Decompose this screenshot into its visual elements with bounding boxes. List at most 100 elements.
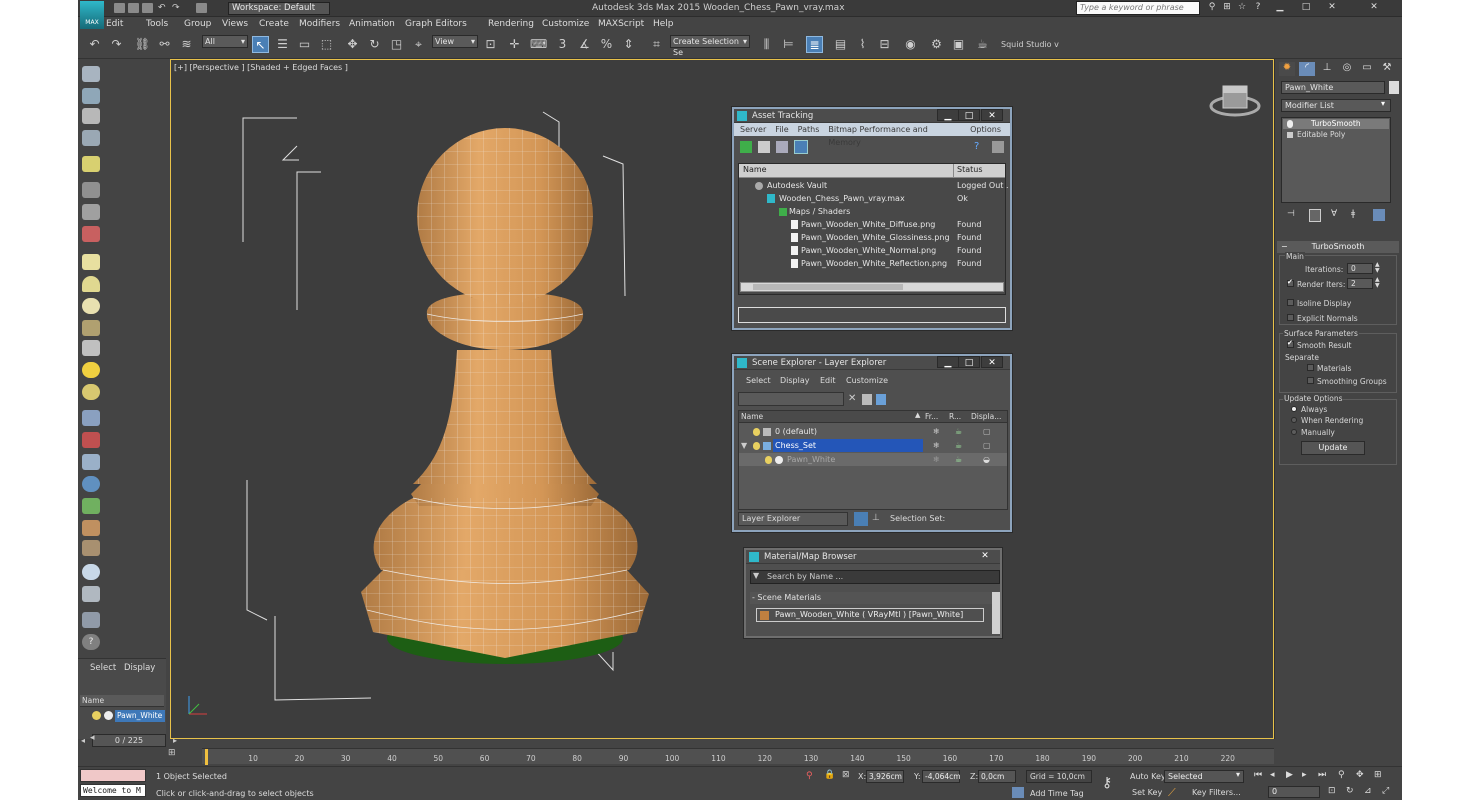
pawn-model[interactable]: [171, 60, 1274, 739]
name-column-header[interactable]: Name: [80, 695, 164, 707]
hierarchy-tab-icon[interactable]: ⊥: [1319, 62, 1335, 76]
isolate-icon[interactable]: ⚲: [806, 771, 813, 781]
keyboard-shortcut-icon[interactable]: ⌨: [530, 36, 547, 53]
maximize-button[interactable]: □: [958, 356, 980, 368]
project-folder-icon[interactable]: [196, 3, 207, 13]
asset-path-field[interactable]: [738, 307, 1006, 323]
update-button[interactable]: Update: [1301, 441, 1365, 455]
col-name[interactable]: Name: [741, 412, 763, 421]
snaps-toggle-icon[interactable]: 3: [554, 36, 571, 53]
track-bar[interactable]: [202, 748, 1274, 765]
pivot-icon[interactable]: ⊡: [482, 36, 499, 53]
dynamics-icon[interactable]: [82, 432, 100, 448]
table-view-icon[interactable]: [776, 141, 788, 153]
menu-paths[interactable]: Paths: [798, 123, 820, 136]
perspective-viewport[interactable]: [+] [Perspective ] [Shaded + Edged Faces…: [170, 59, 1274, 739]
squid-studio-label[interactable]: Squid Studio v: [1001, 40, 1059, 49]
absolute-mode-icon[interactable]: ⊠: [842, 770, 850, 780]
layer-row[interactable]: Pawn_White ❄ ☕ ◒: [739, 453, 1007, 466]
expand-icon[interactable]: [1287, 132, 1293, 138]
menu-customize[interactable]: Customize: [846, 376, 888, 385]
list-icon[interactable]: [82, 108, 100, 124]
set-key-button[interactable]: Set Key: [1132, 788, 1162, 797]
mirror-icon[interactable]: ⫼: [758, 36, 775, 53]
workspace-dropdown[interactable]: Workspace: Default: [228, 2, 330, 15]
select-object-icon[interactable]: ↖: [252, 36, 269, 53]
graphite-ribbon-icon[interactable]: ▤: [832, 36, 849, 53]
clear-icon[interactable]: ✕: [848, 393, 856, 404]
selection-filter-dropdown[interactable]: All: [202, 35, 248, 48]
menu-help[interactable]: Help: [653, 17, 683, 31]
motion-tab-icon[interactable]: ◎: [1339, 62, 1355, 76]
when-rendering-radio[interactable]: [1291, 417, 1297, 423]
hierarchy-icon[interactable]: ⊥: [872, 513, 880, 523]
display-box-icon[interactable]: ▢: [983, 439, 991, 452]
spacewarp-icon[interactable]: [82, 226, 100, 242]
globe-icon[interactable]: [82, 476, 100, 492]
fov-icon[interactable]: ⊿: [1364, 786, 1372, 796]
time-config-icon[interactable]: ⊡: [1328, 786, 1336, 796]
vertical-scrollbar[interactable]: [992, 592, 1000, 634]
scrollbar-thumb[interactable]: [753, 284, 903, 290]
next-frame-icon[interactable]: ▸: [173, 735, 177, 746]
horizontal-scrollbar[interactable]: [740, 282, 1004, 292]
explorer-mode-dropdown[interactable]: Layer Explorer: [738, 512, 848, 526]
spinner-arrows-icon[interactable]: ▲ ▼: [1375, 277, 1380, 289]
asset-row[interactable]: Pawn_Wooden_White_Normal.png Found: [739, 244, 1005, 257]
pan-icon[interactable]: ✥: [1356, 770, 1364, 780]
time-tag-icon[interactable]: [1012, 787, 1024, 798]
light-icon[interactable]: [82, 156, 100, 172]
table-icon[interactable]: [82, 586, 100, 602]
spinner-arrows-icon[interactable]: ▲ ▼: [1375, 262, 1380, 274]
cone-icon[interactable]: [82, 340, 100, 356]
key-filters-button[interactable]: Key Filters...: [1192, 788, 1241, 797]
display-box-icon[interactable]: ◒: [983, 453, 990, 466]
scene-item-pawn-white[interactable]: Pawn_White: [115, 710, 165, 722]
prev-frame-icon[interactable]: ◂: [81, 735, 85, 746]
x-coord-field[interactable]: 3,926cm: [866, 770, 904, 783]
asset-row[interactable]: Autodesk Vault Logged Out .: [739, 179, 1009, 192]
rotate-icon[interactable]: ↻: [366, 36, 383, 53]
key-icon[interactable]: ⚷: [1102, 775, 1112, 791]
modify-tab-icon[interactable]: ◜: [1299, 62, 1315, 76]
window-crossing-icon[interactable]: ⬚: [318, 36, 335, 53]
box-icon[interactable]: [82, 88, 100, 104]
set-key-icon[interactable]: ⟋: [1168, 786, 1176, 800]
minimize-button[interactable]: ▁: [1274, 1, 1286, 14]
goto-start-icon[interactable]: ⏮: [1254, 770, 1262, 780]
light-bulb-icon[interactable]: [753, 428, 760, 436]
menu-bitmap-performance[interactable]: Bitmap Performance and Memory: [828, 123, 961, 147]
skylight-icon[interactable]: [82, 384, 100, 400]
save-file-icon[interactable]: [142, 3, 153, 13]
menu-edit[interactable]: Edit: [820, 376, 836, 385]
new-layer-icon[interactable]: [862, 394, 872, 405]
stack-item-editable-poly[interactable]: Editable Poly: [1283, 130, 1389, 140]
find-input[interactable]: [738, 392, 844, 406]
prev-key-icon[interactable]: ◂: [1270, 770, 1275, 780]
hair-icon[interactable]: [82, 520, 100, 536]
current-frame-field[interactable]: 0: [1268, 786, 1320, 798]
particle-icon[interactable]: [82, 410, 100, 426]
maximize-button[interactable]: □: [958, 109, 980, 121]
menu-file[interactable]: File: [775, 123, 788, 136]
time-slider[interactable]: ◂ 0 / 225 ▸: [81, 734, 177, 747]
create-tab-icon[interactable]: ✹: [1279, 62, 1295, 76]
menu-maxscript[interactable]: MAXScript: [598, 17, 653, 31]
add-to-layer-icon[interactable]: [876, 394, 886, 405]
light-bulb-icon[interactable]: [753, 442, 760, 450]
render-sphere-icon[interactable]: [82, 564, 100, 580]
named-selection-set-dropdown[interactable]: Create Selection Se: [670, 35, 750, 57]
iterations-spinner[interactable]: 0: [1347, 263, 1373, 274]
menu-select[interactable]: Select: [746, 376, 771, 385]
zoom-icon[interactable]: ⚲: [1338, 770, 1345, 780]
expand-arrow-icon[interactable]: ▼: [741, 439, 747, 452]
redo-icon[interactable]: ↷: [108, 36, 125, 53]
layer-mode-icon[interactable]: [854, 512, 868, 526]
modifier-list-dropdown[interactable]: Modifier List: [1281, 99, 1391, 112]
minimize-button[interactable]: ▁: [937, 356, 959, 368]
mini-curve-editor-icon[interactable]: ⊞: [168, 748, 184, 762]
light-bulb-icon[interactable]: [1287, 120, 1293, 128]
col-status[interactable]: Status: [957, 165, 983, 174]
pin-stack-icon[interactable]: ⊣: [1287, 209, 1295, 219]
list-view-icon[interactable]: [758, 141, 770, 153]
